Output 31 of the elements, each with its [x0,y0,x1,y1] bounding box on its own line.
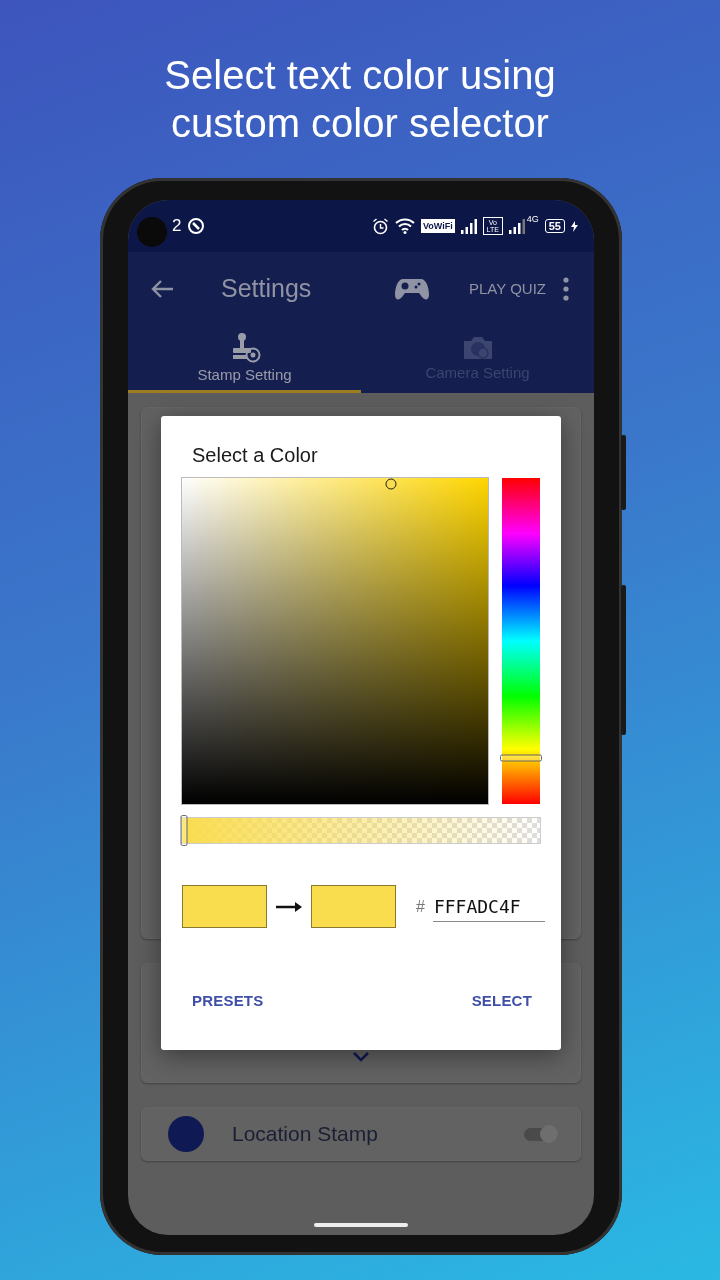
hue-slider[interactable] [502,478,540,804]
screen-title: Settings [221,274,313,303]
alarm-icon [372,217,389,235]
play-quiz-button[interactable]: PLAY QUIZ [459,272,556,305]
wifi-icon [395,218,415,234]
status-time: 2 [172,216,182,236]
network-type: 4G [526,214,539,224]
back-arrow-icon[interactable] [150,278,174,299]
hex-input-field[interactable]: FFFADC4F [432,891,545,922]
toggle-switch[interactable] [522,1123,560,1145]
presets-button[interactable]: PRESETS [181,984,275,1017]
more-menu-icon[interactable] [562,276,570,301]
alpha-thumb[interactable] [180,815,188,846]
signal-icon [460,218,477,234]
select-button[interactable]: SELECT [460,984,543,1017]
arrow-icon [275,899,303,914]
charging-icon [571,220,578,232]
alpha-slider[interactable] [182,818,540,843]
signal-icon [508,218,525,234]
tab[interactable]: Stamp Setting [128,325,361,393]
battery-level: 55 [544,219,565,233]
gamepad-icon[interactable] [395,276,429,301]
dialog-title: Select a Color [191,443,318,467]
headline: Select text color using custom color selector [163,52,557,147]
hue-thumb[interactable] [500,754,542,762]
avatar-icon [168,1116,204,1152]
setting-label: Location Stamp [232,1122,379,1146]
hash-label: # [416,897,425,916]
saturation-value-field[interactable] [182,478,488,804]
picker-handle[interactable] [385,478,397,490]
vowifi-badge: VoWiFi [421,219,455,233]
